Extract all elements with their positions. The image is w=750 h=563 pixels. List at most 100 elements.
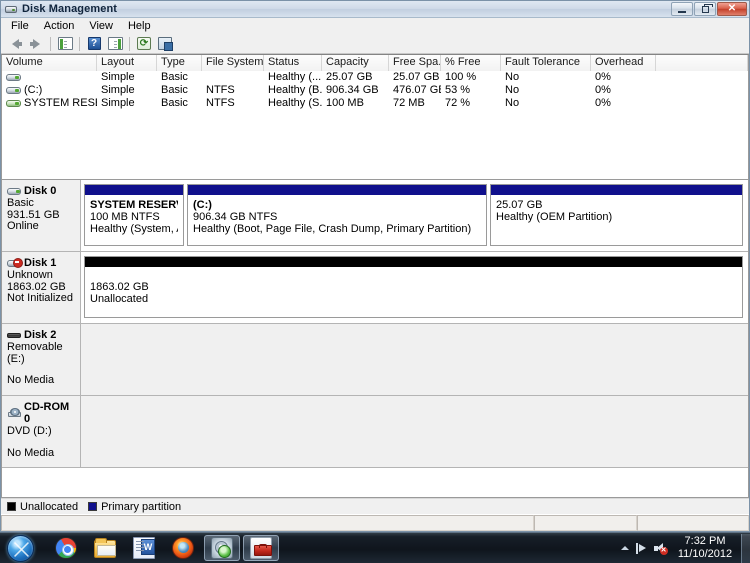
column-header-fault-tolerance[interactable]: Fault Tolerance (501, 55, 591, 71)
partition-status: Healthy (OEM Partition) (496, 211, 613, 223)
status-pane-secondary (534, 515, 637, 531)
cell-file-system: NTFS (206, 84, 235, 96)
column-header-capacity[interactable]: Capacity (322, 55, 389, 71)
cell-capacity: 25.07 GB (326, 71, 373, 83)
toolbox-icon (250, 537, 272, 559)
minimize-button[interactable] (671, 2, 693, 16)
window-title: Disk Management (22, 3, 118, 15)
partition-label: (C:) (193, 199, 212, 211)
taskbar-chrome[interactable] (48, 535, 84, 561)
volume-muted-icon[interactable]: ✕ (651, 538, 669, 558)
column-header-type[interactable]: Type (157, 55, 202, 71)
disk-type: Unknown (7, 269, 53, 281)
taskbar-disk-management[interactable] (204, 535, 240, 561)
cell-capacity: 906.34 GB (326, 84, 379, 96)
clock[interactable]: 7:32 PM 11/10/2012 (669, 534, 741, 563)
window-controls: ✕ (671, 2, 747, 16)
toolbar-separator (50, 36, 51, 51)
show-desktop-button[interactable] (741, 533, 750, 563)
partition-size: 100 MB NTFS (90, 211, 160, 223)
disk-title: Disk 0 (7, 185, 76, 197)
cell-layout: Simple (101, 71, 135, 83)
cell-free-space: 476.07 GB (393, 84, 441, 96)
chrome-icon (55, 537, 77, 559)
clock-time: 7:32 PM (684, 535, 726, 547)
menu-item-action[interactable]: Action (38, 19, 82, 34)
disk-row-disk-0[interactable]: Disk 0 Basic 931.51 GB Online SYSTEM RES… (2, 180, 748, 252)
column-header-layout[interactable]: Layout (97, 55, 157, 71)
partition-status: Healthy (System, Active (90, 223, 178, 235)
cell-volume-label: SYSTEM RESERVED (24, 97, 97, 109)
show-hide-console-tree-icon[interactable] (55, 35, 75, 53)
disk-info-disk-0[interactable]: Disk 0 Basic 931.51 GB Online (2, 180, 81, 251)
column-header-filler[interactable] (656, 55, 748, 71)
network-icon[interactable] (633, 538, 651, 558)
column-header-overhead[interactable]: Overhead (591, 55, 656, 71)
partition-size: 25.07 GB (496, 199, 543, 211)
help-icon[interactable]: ? (84, 35, 104, 53)
disk-name: Disk 2 (24, 329, 57, 341)
disk-row-cdrom-0[interactable]: CD-ROM 0 DVD (D:) No Media (2, 396, 748, 468)
windows-logo-icon (6, 534, 34, 562)
column-header-percent-free[interactable]: % Free (441, 55, 501, 71)
taskbar-toolbox-app[interactable] (243, 535, 279, 561)
disk-row-disk-1[interactable]: Disk 1 Unknown 1863.02 GB Not Initialize… (2, 252, 748, 324)
disk-row-disk-2[interactable]: Disk 2 Removable (E:) No Media (2, 324, 748, 396)
disk-status: No Media (7, 446, 55, 459)
disk-title: Disk 1 (7, 257, 76, 269)
volume-list[interactable]: Volume Layout Type File System Status Ca… (1, 54, 749, 180)
table-row[interactable]: SYSTEM RESERVED Simple Basic NTFS Health… (2, 97, 748, 110)
drive-icon (6, 73, 21, 82)
system-tray: ✕ 7:32 PM 11/10/2012 (617, 533, 750, 563)
disk-management-icon (211, 537, 233, 559)
partition-oem[interactable]: 25.07 GB Healthy (OEM Partition) (490, 184, 743, 246)
taskbar-word[interactable] (126, 535, 162, 561)
disk-status: Online (7, 220, 39, 232)
taskbar-firefox[interactable] (165, 535, 201, 561)
partition-unallocated[interactable]: 1863.02 GB Unallocated (84, 256, 743, 318)
disk-name: CD-ROM 0 (24, 401, 70, 425)
taskbar: ✕ 7:32 PM 11/10/2012 (0, 532, 750, 563)
title-bar[interactable]: Disk Management ✕ (1, 1, 749, 18)
cell-status: Healthy (... (268, 71, 322, 83)
start-button[interactable] (1, 534, 39, 563)
forward-icon[interactable] (26, 35, 46, 53)
disk-partitions-disk-0: SYSTEM RESERVED 100 MB NTFS Healthy (Sys… (81, 180, 748, 251)
rescan-disks-icon[interactable] (155, 35, 175, 53)
column-header-status[interactable]: Status (264, 55, 322, 71)
show-hidden-icons-icon[interactable] (617, 538, 633, 558)
column-header-volume[interactable]: Volume (2, 55, 97, 71)
disk-info-cdrom-0[interactable]: CD-ROM 0 DVD (D:) No Media (2, 396, 81, 467)
show-hide-action-pane-icon[interactable] (105, 35, 125, 53)
disk-management-window: Disk Management ✕ File Action View Help … (0, 0, 750, 532)
disk-graphical-view[interactable]: Disk 0 Basic 931.51 GB Online SYSTEM RES… (1, 180, 749, 498)
taskbar-items (48, 535, 279, 561)
menu-item-file[interactable]: File (5, 19, 36, 34)
cell-status: Healthy (B... (268, 84, 322, 96)
partition-system-reserved[interactable]: SYSTEM RESERVED 100 MB NTFS Healthy (Sys… (84, 184, 184, 246)
table-row[interactable]: Simple Basic Healthy (... 25.07 GB 25.07… (2, 71, 748, 84)
legend-label: Primary partition (101, 500, 182, 513)
refresh-icon[interactable]: ⟳ (134, 35, 154, 53)
cell-volume: SYSTEM RESERVED (2, 97, 97, 110)
column-header-free-space[interactable]: Free Spa... (389, 55, 441, 71)
disk-info-disk-2[interactable]: Disk 2 Removable (E:) No Media (2, 324, 81, 395)
menu-item-help[interactable]: Help (122, 19, 158, 34)
disk-type: DVD (D:) (7, 425, 52, 437)
close-button[interactable]: ✕ (717, 2, 747, 16)
menu-item-view[interactable]: View (83, 19, 120, 34)
cell-fault-tolerance: No (505, 97, 520, 109)
cell-volume: (C:) (2, 84, 97, 97)
taskbar-explorer[interactable] (87, 535, 123, 561)
cell-type: Basic (161, 71, 188, 83)
restore-button[interactable] (694, 2, 716, 16)
column-header-file-system[interactable]: File System (202, 55, 264, 71)
disk-name: Disk 1 (24, 257, 57, 269)
cell-file-system: NTFS (206, 97, 235, 109)
disk-partitions-disk-2 (81, 324, 748, 395)
table-row[interactable]: (C:) Simple Basic NTFS Healthy (B... 906… (2, 84, 748, 97)
back-icon[interactable] (5, 35, 25, 53)
legend: Unallocated Primary partition (1, 498, 749, 514)
disk-info-disk-1[interactable]: Disk 1 Unknown 1863.02 GB Not Initialize… (2, 252, 81, 323)
partition-c-drive[interactable]: (C:) 906.34 GB NTFS Healthy (Boot, Page … (187, 184, 487, 246)
